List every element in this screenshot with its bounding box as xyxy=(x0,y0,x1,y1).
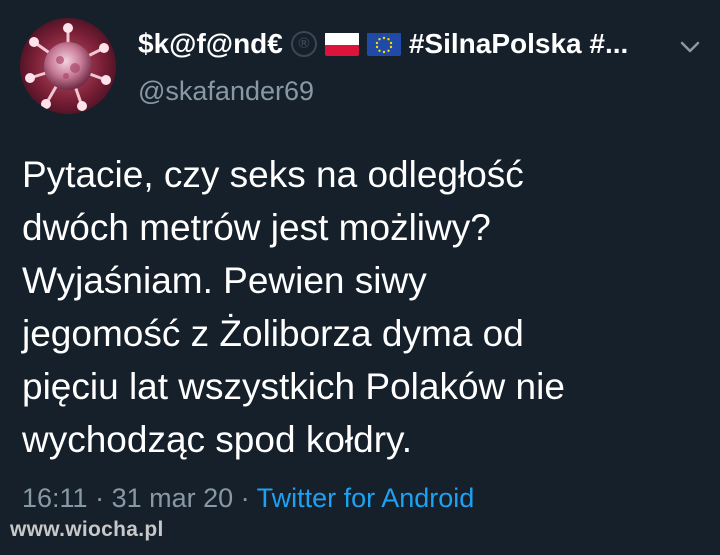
meta-separator: · xyxy=(233,483,257,513)
tweet-line: wychodząc spod kołdry. xyxy=(22,419,413,460)
author-name-row[interactable]: $k@f@nd€ ® #SilnaPolska #... xyxy=(138,28,628,60)
virus-avatar-image xyxy=(20,18,116,114)
tweet-text: Pytacie, czy seks na odległość dwóch met… xyxy=(22,148,702,466)
user-handle[interactable]: @skafander69 xyxy=(138,76,314,107)
meta-separator: · xyxy=(87,483,112,513)
eu-flag-icon xyxy=(366,32,401,56)
display-name[interactable]: $k@f@nd€ xyxy=(138,28,283,60)
tweet-line: Pytacie, czy seks na odległość xyxy=(22,154,524,195)
tweet-time: 16:11 xyxy=(22,483,88,513)
tweet-date: 31 mar 20 xyxy=(111,483,234,513)
poland-flag-icon xyxy=(324,32,359,56)
chevron-down-icon[interactable] xyxy=(676,36,704,58)
tweet-meta: 16:11 · 31 mar 20 · Twitter for Android xyxy=(22,483,474,514)
registered-mark-icon: ® xyxy=(290,31,317,57)
source-app-link[interactable]: Twitter for Android xyxy=(257,483,475,513)
avatar[interactable] xyxy=(20,18,116,114)
tweet-line: Wyjaśniam. Pewien siwy xyxy=(22,260,427,301)
watermark: www.wiocha.pl xyxy=(10,518,164,541)
tweet-card: $k@f@nd€ ® #SilnaPolska #... @skafander6… xyxy=(0,0,720,555)
tweet-line: jegomość z Żoliborza dyma od xyxy=(22,313,524,354)
name-hashtags[interactable]: #SilnaPolska #... xyxy=(409,28,628,60)
tweet-line: pięciu lat wszystkich Polaków nie xyxy=(22,366,565,407)
tweet-line: dwóch metrów jest możliwy? xyxy=(22,207,491,248)
